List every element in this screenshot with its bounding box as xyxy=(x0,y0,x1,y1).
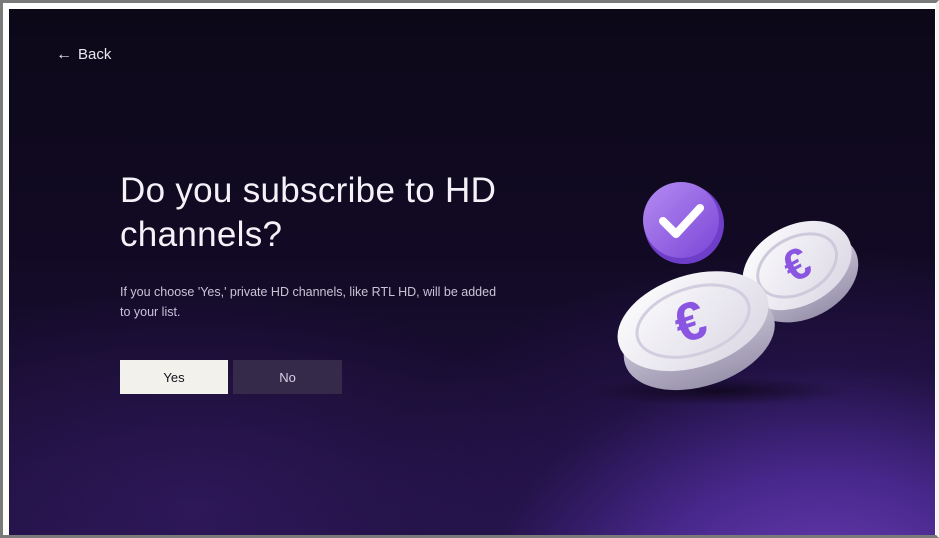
no-button[interactable]: No xyxy=(233,360,342,394)
back-label: Back xyxy=(78,46,112,63)
back-button[interactable]: ← Back xyxy=(56,46,111,63)
yes-button[interactable]: Yes xyxy=(120,360,228,394)
coins-illustration: € € xyxy=(589,182,859,405)
subscription-question-screen: ← Back Do you subscribe to HD channels? … xyxy=(9,9,935,535)
question-description: If you choose 'Yes,' private HD channels… xyxy=(120,285,497,319)
page-title: Do you subscribe to HD channels? xyxy=(120,171,497,254)
arrow-left-icon: ← xyxy=(56,45,72,63)
checkmark-badge-icon xyxy=(643,182,724,264)
